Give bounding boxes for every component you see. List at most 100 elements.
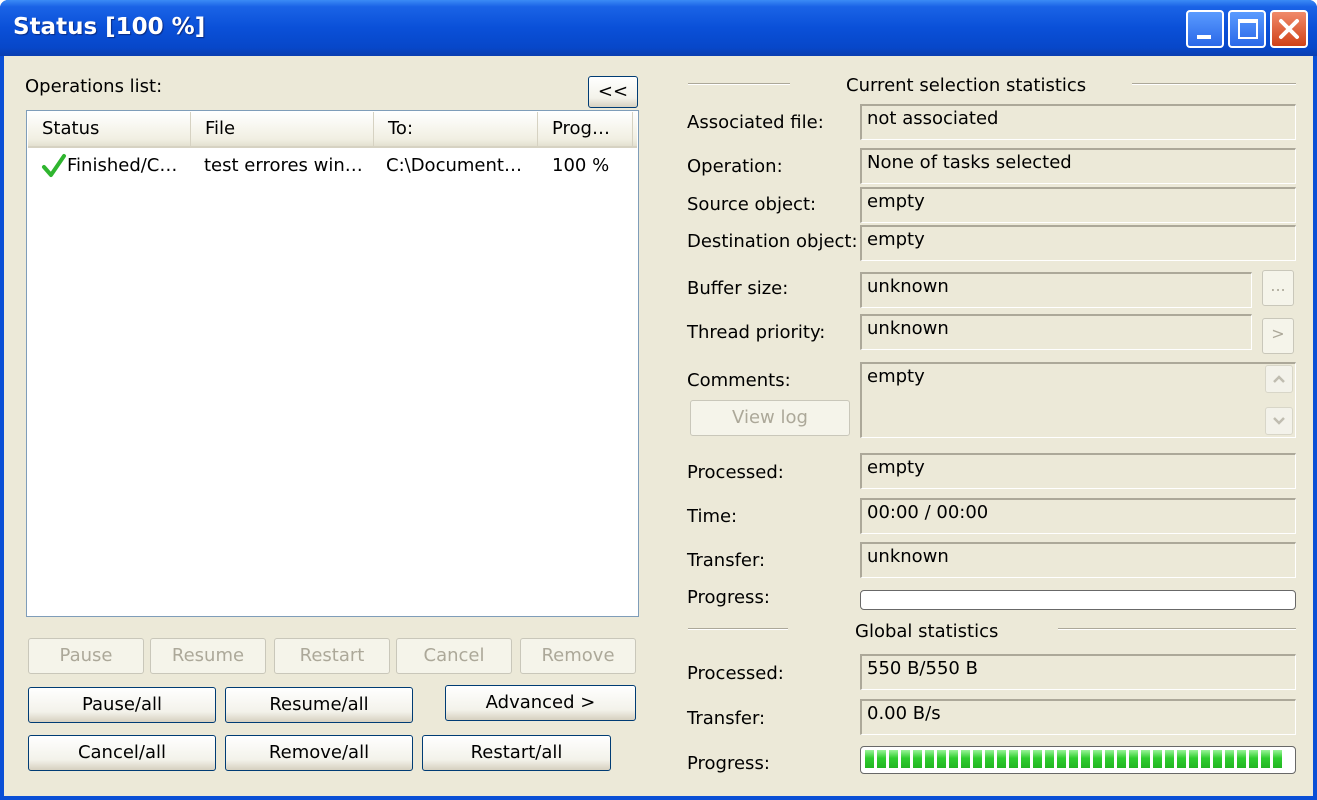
separator — [1058, 628, 1296, 630]
transfer-field: unknown — [860, 542, 1296, 578]
separator — [688, 83, 790, 85]
progress-segment — [1177, 750, 1186, 768]
dialog-client-area: Operations list: << Status File To: Prog… — [4, 56, 1313, 796]
progress-segment — [985, 750, 994, 768]
progress-segment — [1009, 750, 1018, 768]
buffer-size-label: Buffer size: — [687, 278, 789, 299]
progress-segment — [1057, 750, 1066, 768]
time-label: Time: — [687, 506, 738, 527]
resume-button[interactable]: Resume — [150, 638, 266, 674]
restart-button[interactable]: Restart — [274, 638, 390, 674]
minimize-icon — [1197, 35, 1211, 39]
source-object-label: Source object: — [687, 194, 817, 215]
global-transfer-field: 0.00 B/s — [860, 699, 1296, 735]
progress-segment — [949, 750, 958, 768]
associated-file-field: not associated — [860, 104, 1296, 140]
row-status: Finished/C… — [67, 155, 178, 176]
progress-segment — [1069, 750, 1078, 768]
scroll-up-button[interactable] — [1265, 365, 1293, 393]
pause-all-button[interactable]: Pause/all — [28, 687, 216, 723]
progress-segment — [1225, 750, 1234, 768]
pause-button[interactable]: Pause — [28, 638, 144, 674]
progress-segment — [973, 750, 982, 768]
thread-priority-button[interactable]: > — [1262, 318, 1294, 354]
progress-label: Progress: — [687, 587, 770, 608]
destination-object-field: empty — [860, 225, 1296, 261]
operation-field: None of tasks selected — [860, 148, 1296, 184]
global-processed-label: Processed: — [687, 663, 784, 684]
progress-segment — [1105, 750, 1114, 768]
separator — [1132, 83, 1296, 85]
progress-segment — [1273, 750, 1282, 768]
comments-label: Comments: — [687, 370, 791, 391]
comments-field[interactable]: empty — [860, 362, 1296, 438]
progress-segment — [937, 750, 946, 768]
collapse-button[interactable]: << — [588, 76, 638, 108]
operation-label: Operation: — [687, 156, 783, 177]
destination-object-label: Destination object: — [687, 231, 858, 252]
chevron-up-icon — [1273, 375, 1285, 383]
comments-scrollbar[interactable] — [1265, 365, 1293, 435]
separator — [688, 628, 788, 630]
maximize-button[interactable] — [1228, 10, 1266, 48]
progress-segment — [1033, 750, 1042, 768]
view-log-button[interactable]: View log — [690, 400, 850, 436]
progress-segment — [1021, 750, 1030, 768]
close-button[interactable] — [1270, 10, 1308, 48]
cancel-all-button[interactable]: Cancel/all — [28, 735, 216, 771]
progress-segment — [1189, 750, 1198, 768]
operations-list[interactable]: Status File To: Prog… Finished/C… test e… — [26, 110, 639, 617]
list-header: Status File To: Prog… — [28, 112, 637, 148]
progress-segment — [1237, 750, 1246, 768]
global-processed-field: 550 B/550 B — [860, 654, 1296, 690]
global-progress-bar — [860, 746, 1296, 774]
maximize-icon — [1238, 19, 1258, 39]
progress-segment — [925, 750, 934, 768]
associated-file-label: Associated file: — [687, 112, 824, 133]
column-header-progress[interactable]: Prog… — [538, 112, 633, 146]
window-title: Status [100 %] — [13, 14, 206, 40]
status-window: Status [100 %] Operations list: << Statu… — [0, 0, 1317, 800]
progress-segment — [1261, 750, 1270, 768]
progress-segment — [1045, 750, 1054, 768]
current-stats-heading: Current selection statistics — [846, 75, 1087, 96]
processed-label: Processed: — [687, 462, 784, 483]
minimize-button[interactable] — [1186, 10, 1224, 48]
progress-segment — [1141, 750, 1150, 768]
progress-segment — [1153, 750, 1162, 768]
column-header-to[interactable]: To: — [374, 112, 538, 146]
restart-all-button[interactable]: Restart/all — [422, 735, 611, 771]
progress-segment — [1249, 750, 1258, 768]
remove-button[interactable]: Remove — [520, 638, 636, 674]
global-transfer-label: Transfer: — [687, 708, 766, 729]
resume-all-button[interactable]: Resume/all — [225, 687, 413, 723]
cancel-button[interactable]: Cancel — [396, 638, 512, 674]
progress-segment — [961, 750, 970, 768]
advanced-button[interactable]: Advanced > — [445, 685, 636, 721]
row-file: test errores win… — [204, 155, 363, 176]
global-stats-heading: Global statistics — [855, 621, 999, 642]
column-header-status[interactable]: Status — [28, 112, 191, 146]
progress-segment — [1081, 750, 1090, 768]
source-object-field: empty — [860, 187, 1296, 223]
row-destination: C:\Document… — [386, 155, 522, 176]
buffer-size-field: unknown — [860, 272, 1252, 308]
buffer-size-button[interactable]: ... — [1262, 270, 1294, 306]
progress-segment — [1213, 750, 1222, 768]
column-header-file[interactable]: File — [191, 112, 374, 146]
progress-segment — [889, 750, 898, 768]
global-progress-label: Progress: — [687, 753, 770, 774]
title-bar[interactable]: Status [100 %] — [0, 0, 1317, 56]
remove-all-button[interactable]: Remove/all — [225, 735, 413, 771]
operations-list-label: Operations list: — [25, 76, 163, 97]
thread-priority-field: unknown — [860, 314, 1252, 350]
time-field: 00:00 / 00:00 — [860, 498, 1296, 534]
progress-segment — [865, 750, 874, 768]
progress-segment — [877, 750, 886, 768]
transfer-label: Transfer: — [687, 550, 766, 571]
processed-field: empty — [860, 453, 1296, 489]
thread-priority-label: Thread priority: — [687, 322, 826, 343]
scroll-down-button[interactable] — [1265, 407, 1293, 435]
chevron-down-icon — [1273, 417, 1285, 425]
progress-segment — [997, 750, 1006, 768]
